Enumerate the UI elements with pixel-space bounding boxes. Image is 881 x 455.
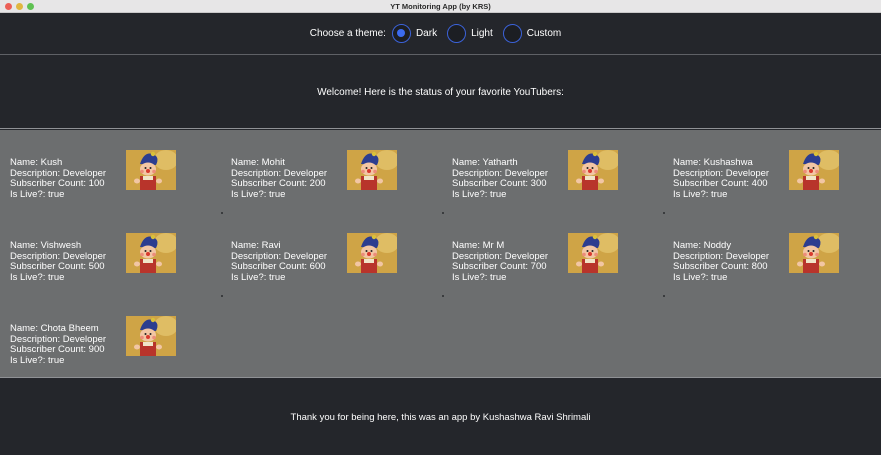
youtuber-card: Name: Noddy Description: Developer Subscri…	[663, 213, 863, 283]
youtuber-name: Name: Chota Bheem	[10, 323, 99, 334]
youtuber-avatar	[126, 150, 176, 190]
youtuber-name: Name: Yatharth	[452, 157, 518, 168]
youtuber-card: Name: Mohit Description: Developer Subscri…	[221, 130, 421, 200]
youtuber-card: Name: Ravi Description: Developer Subscrib…	[221, 213, 421, 283]
youtuber-avatar	[568, 150, 618, 190]
youtuber-live: Is Live?: true	[452, 188, 507, 200]
youtuber-info: Name: Kushashwa Description: Developer Sub…	[673, 157, 769, 200]
youtuber-info: Name: Yatharth Description: Developer Subs…	[452, 157, 548, 200]
youtuber-avatar	[789, 233, 839, 273]
youtuber-avatar	[568, 233, 618, 273]
youtuber-live: Is Live?: true	[10, 188, 65, 200]
youtuber-name: Name: Kush	[10, 157, 63, 168]
youtuber-info: Name: Mr M Description: Developer Subscrib…	[452, 240, 548, 283]
youtuber-name: Name: Kushashwa	[673, 157, 753, 168]
youtuber-card: Name: Kush Description: Developer Subscrib…	[0, 130, 200, 200]
radio-light[interactable]	[447, 24, 467, 43]
youtuber-live: Is Live?: true	[10, 271, 65, 283]
youtuber-avatar	[126, 233, 176, 273]
youtuber-name: Name: Ravi	[231, 240, 281, 251]
youtuber-card: Name: Yatharth Description: Developer Subs…	[442, 130, 642, 200]
theme-option-dark[interactable]: Dark	[391, 24, 438, 43]
youtuber-card: Name: Kushashwa Description: Developer Sub…	[663, 130, 863, 200]
youtuber-info: Name: Vishwesh Description: Developer Subs…	[10, 240, 106, 283]
grid-separator-dot	[663, 295, 665, 297]
theme-option-label: Light	[471, 28, 493, 39]
theme-selector: Choose a theme: Dark Light Custom	[0, 13, 881, 55]
youtuber-card: Name: Mr M Description: Developer Subscrib…	[442, 213, 642, 283]
youtuber-name: Name: Noddy	[673, 240, 732, 251]
theme-option-custom[interactable]: Custom	[502, 24, 562, 43]
footer-message: Thank you for being here, this was an ap…	[0, 379, 881, 455]
youtuber-name: Name: Mr M	[452, 240, 505, 251]
youtuber-avatar	[347, 150, 397, 190]
youtuber-live: Is Live?: true	[231, 271, 286, 283]
youtuber-subscribers: Subscriber Count: 500	[10, 261, 105, 272]
window-title: YT Monitoring App (by KRS)	[390, 2, 491, 11]
youtuber-avatar	[126, 316, 176, 356]
youtuber-live: Is Live?: true	[673, 271, 728, 283]
grid-separator-dot	[221, 295, 223, 297]
youtuber-subscribers: Subscriber Count: 900	[10, 344, 105, 355]
youtuber-info: Name: Ravi Description: Developer Subscrib…	[231, 240, 327, 283]
youtuber-live: Is Live?: true	[10, 354, 65, 366]
radio-dark[interactable]	[391, 24, 411, 43]
youtuber-subscribers: Subscriber Count: 700	[452, 261, 547, 272]
welcome-message: Welcome! Here is the status of your favo…	[0, 56, 881, 129]
theme-option-label: Dark	[415, 28, 438, 39]
youtuber-subscribers: Subscriber Count: 600	[231, 261, 326, 272]
youtuber-avatar	[347, 233, 397, 273]
youtuber-card: Name: Chota Bheem Description: Developer S…	[0, 296, 200, 366]
youtuber-info: Name: Mohit Description: Developer Subscri…	[231, 157, 327, 200]
youtuber-grid: Name: Kush Description: Developer Subscrib…	[0, 130, 881, 378]
youtuber-subscribers: Subscriber Count: 100	[10, 178, 105, 189]
youtuber-subscribers: Subscriber Count: 200	[231, 178, 326, 189]
grid-separator-dot	[442, 212, 444, 214]
title-bar: YT Monitoring App (by KRS)	[0, 0, 881, 13]
youtuber-subscribers: Subscriber Count: 400	[673, 178, 768, 189]
youtuber-live: Is Live?: true	[673, 188, 728, 200]
youtuber-avatar	[789, 150, 839, 190]
youtuber-info: Name: Noddy Description: Developer Subscri…	[673, 240, 769, 283]
youtuber-card: Name: Vishwesh Description: Developer Subs…	[0, 213, 200, 283]
youtuber-live: Is Live?: true	[452, 271, 507, 283]
radio-custom[interactable]	[502, 24, 522, 43]
theme-option-light[interactable]: Light	[447, 24, 493, 43]
grid-separator-dot	[221, 212, 223, 214]
youtuber-subscribers: Subscriber Count: 300	[452, 178, 547, 189]
youtuber-name: Name: Mohit	[231, 157, 285, 168]
youtuber-name: Name: Vishwesh	[10, 240, 82, 251]
theme-label: Choose a theme:	[309, 28, 386, 39]
grid-separator-dot	[442, 295, 444, 297]
grid-separator-dot	[663, 212, 665, 214]
youtuber-live: Is Live?: true	[231, 188, 286, 200]
youtuber-info: Name: Kush Description: Developer Subscrib…	[10, 157, 106, 200]
theme-option-label: Custom	[526, 28, 562, 39]
youtuber-info: Name: Chota Bheem Description: Developer S…	[10, 323, 106, 366]
youtuber-subscribers: Subscriber Count: 800	[673, 261, 768, 272]
